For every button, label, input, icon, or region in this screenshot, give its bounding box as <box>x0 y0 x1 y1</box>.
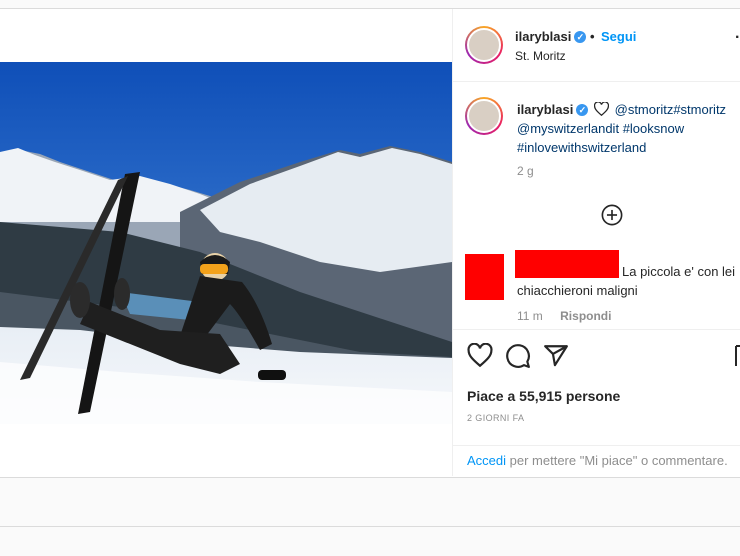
hashtag-link[interactable]: #inlovewithswitzerland <box>517 140 646 155</box>
follow-button[interactable]: Segui <box>601 29 636 44</box>
share-icon[interactable] <box>543 343 569 369</box>
redacted-avatar <box>465 254 504 300</box>
heart-emoji-icon <box>594 102 609 116</box>
reply-button[interactable]: Rispondi <box>560 309 611 323</box>
post-header: ilaryblasi✓ • Segui St. Moritz ... <box>453 9 740 82</box>
more-options-icon[interactable]: ... <box>735 25 740 43</box>
mention-link[interactable]: @myswitzerlandit <box>517 121 619 136</box>
login-prompt-text: per mettere "Mi piace" o commentare. <box>506 453 728 468</box>
location-link[interactable]: St. Moritz <box>515 49 566 63</box>
header-username[interactable]: ilaryblasi ✓ <box>515 29 587 44</box>
caption-time: 2 g <box>517 164 534 178</box>
likes-count[interactable]: Piace a 55,915 persone <box>467 388 620 404</box>
comment-icon[interactable] <box>505 343 531 369</box>
caption-text: ilaryblasi ✓ @stmoritz#stmoritz @myswitze… <box>517 100 739 157</box>
ski-photo-image <box>0 62 452 424</box>
mention-link[interactable]: @stmoritz <box>615 102 674 117</box>
post-time-ago: 2 GIORNI FA <box>467 413 525 423</box>
caption-username[interactable]: ilaryblasi ✓ <box>517 102 589 117</box>
verified-badge-icon: ✓ <box>574 31 587 43</box>
post-side-panel: ilaryblasi✓ • Segui St. Moritz ... ilary… <box>452 9 740 476</box>
comment-meta: 11 m Rispondi <box>517 309 625 323</box>
bookmark-icon[interactable] <box>735 343 740 369</box>
redacted-username <box>515 250 619 278</box>
verified-badge-icon: ✓ <box>576 104 589 116</box>
post-photo[interactable] <box>0 62 452 424</box>
avatar[interactable] <box>465 26 503 64</box>
hashtag-link[interactable]: #looksnow <box>623 121 684 136</box>
login-prompt: Accedi per mettere "Mi piace" o commenta… <box>467 453 728 468</box>
login-link[interactable]: Accedi <box>467 453 506 468</box>
comment-time: 11 m <box>517 309 543 323</box>
plus-circle-icon[interactable] <box>601 204 623 226</box>
separator-dot: • <box>590 29 595 44</box>
caption-avatar[interactable] <box>465 97 503 135</box>
divider <box>0 526 740 527</box>
comment-text-line1: La piccola e' con lei <box>622 264 736 279</box>
actions-divider <box>453 329 740 331</box>
comment-text-line2: chiacchieroni maligni <box>517 283 638 298</box>
hashtag-link[interactable]: #stmoritz <box>673 102 726 117</box>
heart-icon[interactable] <box>467 343 493 369</box>
